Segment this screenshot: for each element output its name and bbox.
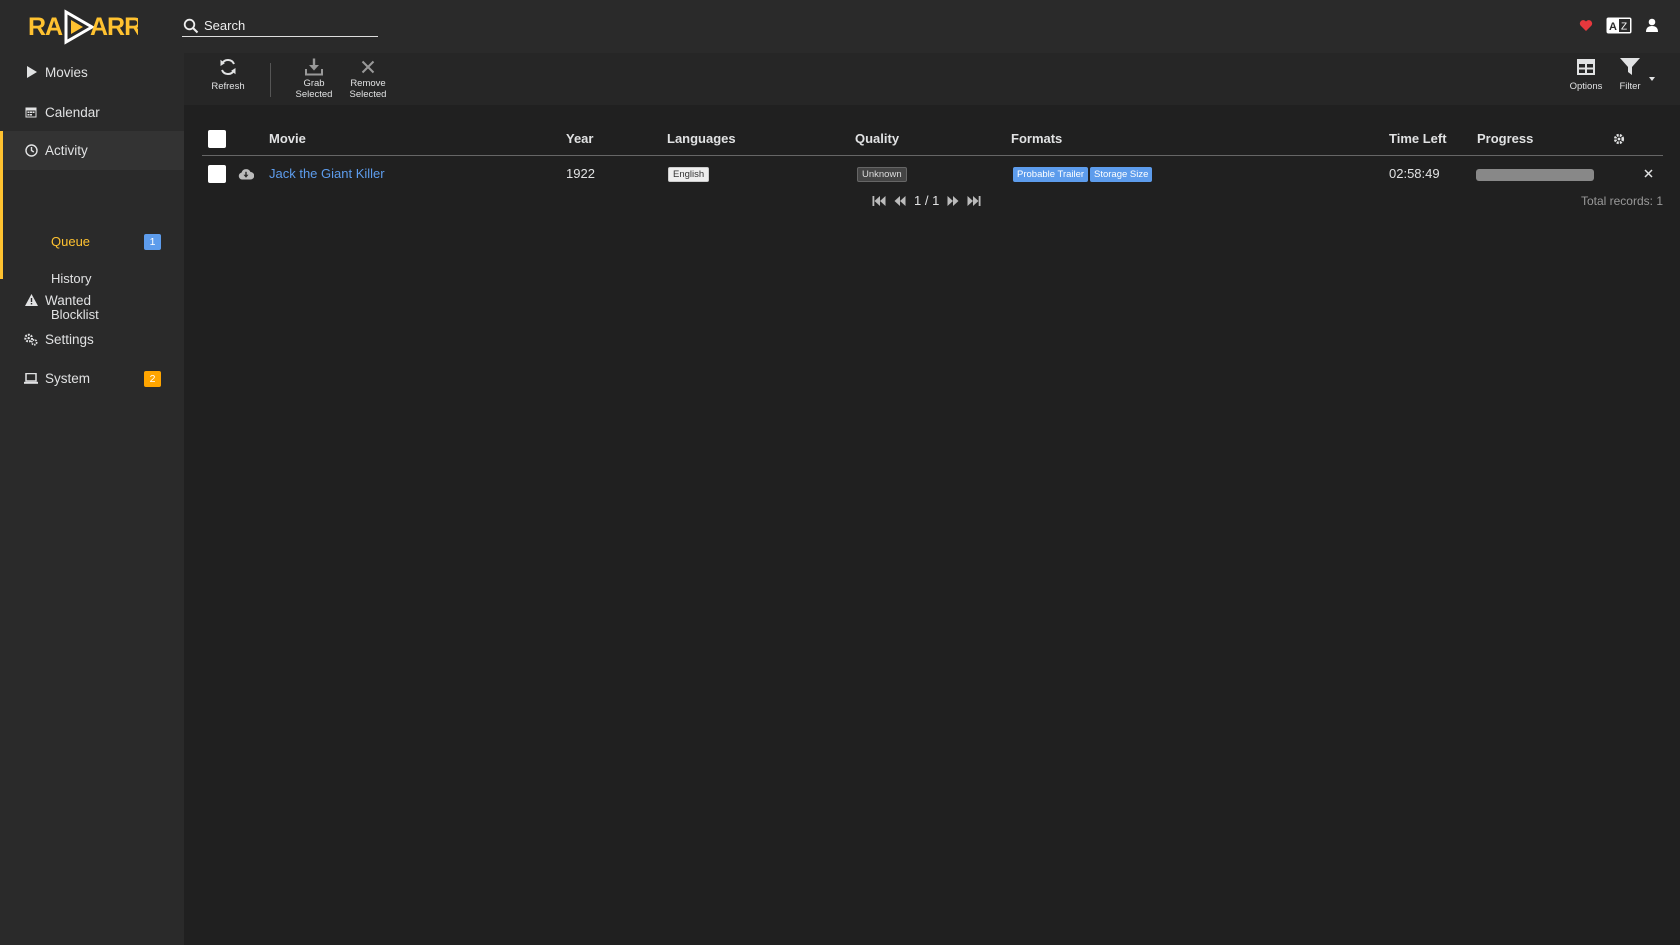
filter-label: Filter [1619,81,1641,92]
table-icon [1577,59,1595,75]
sidebar-item-calendar[interactable]: Calendar [0,93,184,131]
grab-selected-label-1: Grab [303,78,325,89]
caret-down-icon[interactable] [1649,77,1655,81]
format-label: Probable Trailer [1013,167,1089,182]
language-label: English [668,167,710,182]
warning-icon [24,293,38,307]
filter-button[interactable]: Filter [1616,58,1644,92]
toolbar-divider [270,63,271,97]
column-header-progress[interactable]: Progress [1477,131,1533,146]
previous-page-icon[interactable] [894,195,906,206]
page-indicator: 1 / 1 [914,193,940,208]
quality-label: Unknown [857,167,907,182]
search-icon [183,18,199,34]
column-header-formats[interactable]: Formats [1011,131,1062,146]
filter-icon [1620,58,1640,75]
sidebar-subitem-queue[interactable]: Queue [51,234,90,249]
total-records: Total records: 1 [1580,194,1663,208]
table-options-gear-icon[interactable] [1613,133,1625,145]
calendar-icon [24,105,38,119]
download-status-cloud-icon [238,169,254,180]
sidebar-item-label: Settings [45,331,94,347]
activity-group: Activity Queue 1 History Blocklist [0,131,184,322]
column-header-year[interactable]: Year [566,131,593,146]
last-page-icon[interactable] [967,195,981,206]
cogs-icon [24,332,38,346]
svg-text:A: A [1609,21,1617,33]
first-page-icon[interactable] [872,195,886,206]
next-page-icon[interactable] [947,195,959,206]
movie-title-link[interactable]: Jack the Giant Killer [269,166,385,181]
sidebar-item-label: Movies [45,64,88,80]
sidebar-item-label: Activity [45,142,88,158]
download-icon [305,58,323,76]
remove-selected-label-2: Selected [349,89,387,100]
queue-count-badge: 1 [144,234,161,250]
download-progress-bar [1476,169,1594,181]
format-label: Storage Size [1090,167,1153,182]
column-header-time-left[interactable]: Time Left [1389,131,1447,146]
refresh-button[interactable]: Refresh [210,58,246,92]
table-row: Jack the Giant Killer 1922 English Unkno… [202,156,1663,191]
grab-selected-label-2: Selected [295,89,333,100]
refresh-icon [220,59,236,75]
system-health-badge: 2 [144,371,161,387]
sidebar-item-label: Calendar [45,104,100,120]
options-button[interactable]: Options [1566,58,1606,92]
play-icon [24,65,38,79]
grab-selected-button[interactable]: Grab Selected [294,58,334,100]
sidebar: Movies Calendar Activity Queue 1 History… [0,53,184,945]
refresh-label: Refresh [211,81,245,92]
svg-text:ARR: ARR [90,13,138,41]
heart-icon[interactable] [1576,16,1596,34]
laptop-icon [24,371,38,385]
user-icon[interactable] [1642,16,1662,34]
svg-text:RA: RA [28,13,63,41]
queue-table: Movie Year Languages Quality Formats Tim… [202,122,1663,191]
svg-text:Z: Z [1621,21,1627,32]
pagination: 1 / 1 [872,193,981,208]
movie-year: 1922 [566,166,595,181]
table-header: Movie Year Languages Quality Formats Tim… [202,122,1663,156]
row-select-checkbox[interactable] [208,165,226,183]
page-toolbar: Refresh Grab Selected Remove Selected Op… [184,53,1680,105]
sidebar-item-activity[interactable]: Activity [3,131,184,169]
sidebar-item-wanted[interactable]: Wanted [0,281,184,319]
column-header-quality[interactable]: Quality [855,131,899,146]
sidebar-item-settings[interactable]: Settings [0,320,184,358]
sidebar-item-movies[interactable]: Movies [0,53,184,91]
close-icon [361,60,375,74]
sidebar-item-label: System [45,370,91,386]
top-header: RA ARR Search AZ [0,0,1680,53]
column-header-languages[interactable]: Languages [667,131,736,146]
remove-selected-button[interactable]: Remove Selected [347,58,389,100]
select-all-checkbox[interactable] [208,130,226,148]
remove-selected-label-1: Remove [350,78,386,89]
sidebar-item-label: Wanted [45,292,92,308]
search-placeholder: Search [204,18,246,33]
column-header-movie[interactable]: Movie [269,131,306,146]
radarr-logo[interactable]: RA ARR [28,8,143,46]
time-left: 02:58:49 [1389,166,1440,181]
remove-item-close-icon[interactable] [1644,169,1653,178]
keyboard-shortcuts-icon[interactable]: AZ [1606,16,1632,34]
clock-icon [24,143,38,157]
search-input[interactable]: Search [182,16,378,37]
options-label: Options [1569,81,1603,92]
